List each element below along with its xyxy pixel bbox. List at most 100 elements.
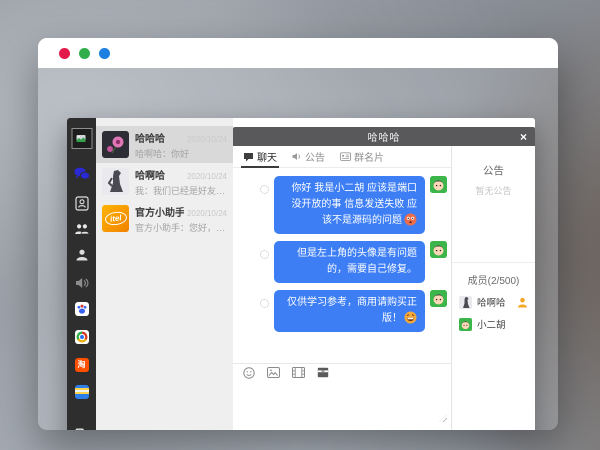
sender-avatar-green-face: [430, 176, 447, 193]
conversation-preview: 官方小助手：您好，本软件正...: [135, 221, 227, 234]
person-icon: [75, 249, 88, 261]
group-owner-badge-icon: [517, 297, 528, 308]
composer-toolbar: [233, 363, 451, 381]
sidebar-item-logout[interactable]: [75, 428, 89, 430]
speaker-icon: [75, 277, 89, 289]
sidebar-item-contacts[interactable]: [75, 196, 89, 211]
taobao-app-icon: 淘: [78, 358, 86, 372]
chat-column: 聊天 公告: [233, 146, 452, 430]
screen: 淘: [0, 0, 600, 450]
app-sidebar: 淘: [67, 118, 96, 430]
message-text: 仅供学习参考，商用请购买正版！: [287, 297, 417, 324]
conversation-preview: 我：我们已经是好友了，很高...: [135, 184, 227, 197]
sidebar-item-messages[interactable]: [74, 167, 90, 180]
sidebar-item-profile[interactable]: [75, 249, 88, 261]
chat-close-icon[interactable]: ×: [520, 127, 527, 146]
message-list[interactable]: 你好 我是小二胡 应该是端口没开放的事 信息发送失败 应该不是源码的问题 但是左…: [233, 168, 451, 363]
sidebar-item-docs-app[interactable]: [75, 385, 89, 399]
sidebar-item-baidu-app[interactable]: [75, 302, 89, 316]
message-bubble: 仅供学习参考，商用请购买正版！: [274, 290, 425, 332]
composer-actions: ✕ 关闭 ✔ 发送: [233, 425, 451, 430]
image-icon: [267, 367, 280, 378]
notice-empty-text: 暂无公告: [452, 184, 535, 197]
outer-window: 淘: [38, 38, 558, 430]
broken-image-icon: [77, 135, 87, 143]
conversation-date: 2020/10/24: [187, 135, 227, 144]
message-row: 仅供学习参考，商用请购买正版！: [233, 290, 451, 332]
sidebar-item-sound[interactable]: [75, 277, 89, 289]
member-name: 哈啊哈: [477, 295, 512, 309]
chat-main-area: 哈哈哈 × 聊天: [233, 118, 535, 430]
window-maximize-dot[interactable]: [99, 48, 110, 59]
chat-header: 哈哈哈 ×: [233, 127, 535, 146]
logout-icon: [75, 428, 89, 430]
conversation-date: 2020/10/24: [187, 209, 227, 218]
chat-bubble-icon: [243, 152, 254, 162]
sidebar-item-taobao-app[interactable]: 淘: [75, 358, 89, 372]
browser-app-icon: [76, 331, 88, 343]
member-avatar-figure: [459, 296, 472, 309]
member-avatar-green-face: [459, 318, 472, 331]
message-bubble: 但是左上角的头像是有问题的，需要自己修复。: [274, 241, 425, 283]
notice-section: 公告 暂无公告: [452, 146, 535, 263]
tab-announcement[interactable]: 公告: [292, 146, 325, 167]
conversation-preview: 哈啊哈：你好: [135, 147, 227, 160]
group-info-panel: 公告 暂无公告 成员(2/500) 哈啊哈: [452, 146, 535, 430]
messages-icon: [74, 167, 90, 180]
member-row[interactable]: 哈啊哈: [452, 295, 535, 309]
members-title: 成员(2/500): [452, 272, 535, 287]
grin-face-emoji-icon: [404, 311, 417, 324]
sending-spinner-icon: [260, 185, 269, 194]
sender-avatar-green-face: [430, 241, 447, 258]
sender-avatar-green-face: [430, 290, 447, 307]
conversation-name: 哈哈哈: [135, 130, 165, 145]
conversation-name: 官方小助手 官方: [135, 204, 184, 219]
contacts-book-icon: [75, 196, 89, 211]
chat-tabs: 聊天 公告: [233, 146, 451, 168]
film-icon: [292, 367, 305, 378]
window-titlebar: [38, 38, 558, 68]
resize-handle[interactable]: [439, 414, 447, 422]
baidu-app-icon: [76, 303, 88, 315]
message-row: 但是左上角的头像是有问题的，需要自己修复。: [233, 241, 451, 283]
smiley-icon: [243, 367, 255, 379]
sending-spinner-icon: [260, 299, 269, 308]
conversation-item-selected[interactable]: 哈哈哈 2020/10/24 哈啊哈：你好: [96, 126, 233, 163]
emoji-picker-button[interactable]: [243, 367, 255, 379]
member-row[interactable]: 小二胡: [452, 317, 535, 331]
conversation-date: 2020/10/24: [187, 172, 227, 181]
tab-label: 群名片: [354, 149, 384, 164]
flushed-face-emoji-icon: [404, 213, 417, 226]
tab-label: 公告: [305, 149, 325, 164]
sidebar-item-groups[interactable]: [74, 223, 89, 235]
chat-app-window: 淘: [67, 118, 535, 430]
send-file-button[interactable]: [317, 367, 329, 378]
avatar-flower: [102, 131, 129, 158]
window-minimize-dot[interactable]: [79, 48, 90, 59]
avatar-itel-logo: itel: [102, 205, 129, 232]
tab-label: 聊天: [257, 149, 277, 164]
message-text: 你好 我是小二胡 应该是端口没开放的事 信息发送失败 应该不是源码的问题: [291, 183, 417, 226]
conversation-item[interactable]: 哈啊哈 2020/10/24 我：我们已经是好友了，很高...: [96, 163, 233, 200]
chat-title: 哈哈哈: [368, 129, 401, 144]
avatar-figure: [102, 168, 129, 195]
window-close-dot[interactable]: [59, 48, 70, 59]
message-input[interactable]: [233, 381, 451, 425]
file-archive-icon: [317, 367, 329, 378]
tab-chat[interactable]: 聊天: [243, 146, 277, 167]
sending-spinner-icon: [260, 250, 269, 259]
tab-group-card[interactable]: 群名片: [340, 146, 384, 167]
send-image-button[interactable]: [267, 367, 280, 378]
window-content: 淘: [38, 68, 558, 430]
message-text: 但是左上角的头像是有问题的，需要自己修复。: [297, 248, 417, 275]
message-row: 你好 我是小二胡 应该是端口没开放的事 信息发送失败 应该不是源码的问题: [233, 176, 451, 234]
conversation-name: 哈啊哈: [135, 167, 165, 182]
group-icon: [74, 223, 89, 235]
conversation-item[interactable]: itel 官方小助手 官方 2020/10/24 官方小助手：您好，本软件正..…: [96, 200, 233, 237]
id-card-icon: [340, 152, 351, 161]
user-avatar-broken-image[interactable]: [71, 128, 92, 149]
send-video-button[interactable]: [292, 367, 305, 378]
announcement-speaker-icon: [292, 152, 302, 161]
conversation-list: 哈哈哈 2020/10/24 哈啊哈：你好: [96, 118, 233, 430]
sidebar-item-browser-app[interactable]: [75, 330, 89, 344]
